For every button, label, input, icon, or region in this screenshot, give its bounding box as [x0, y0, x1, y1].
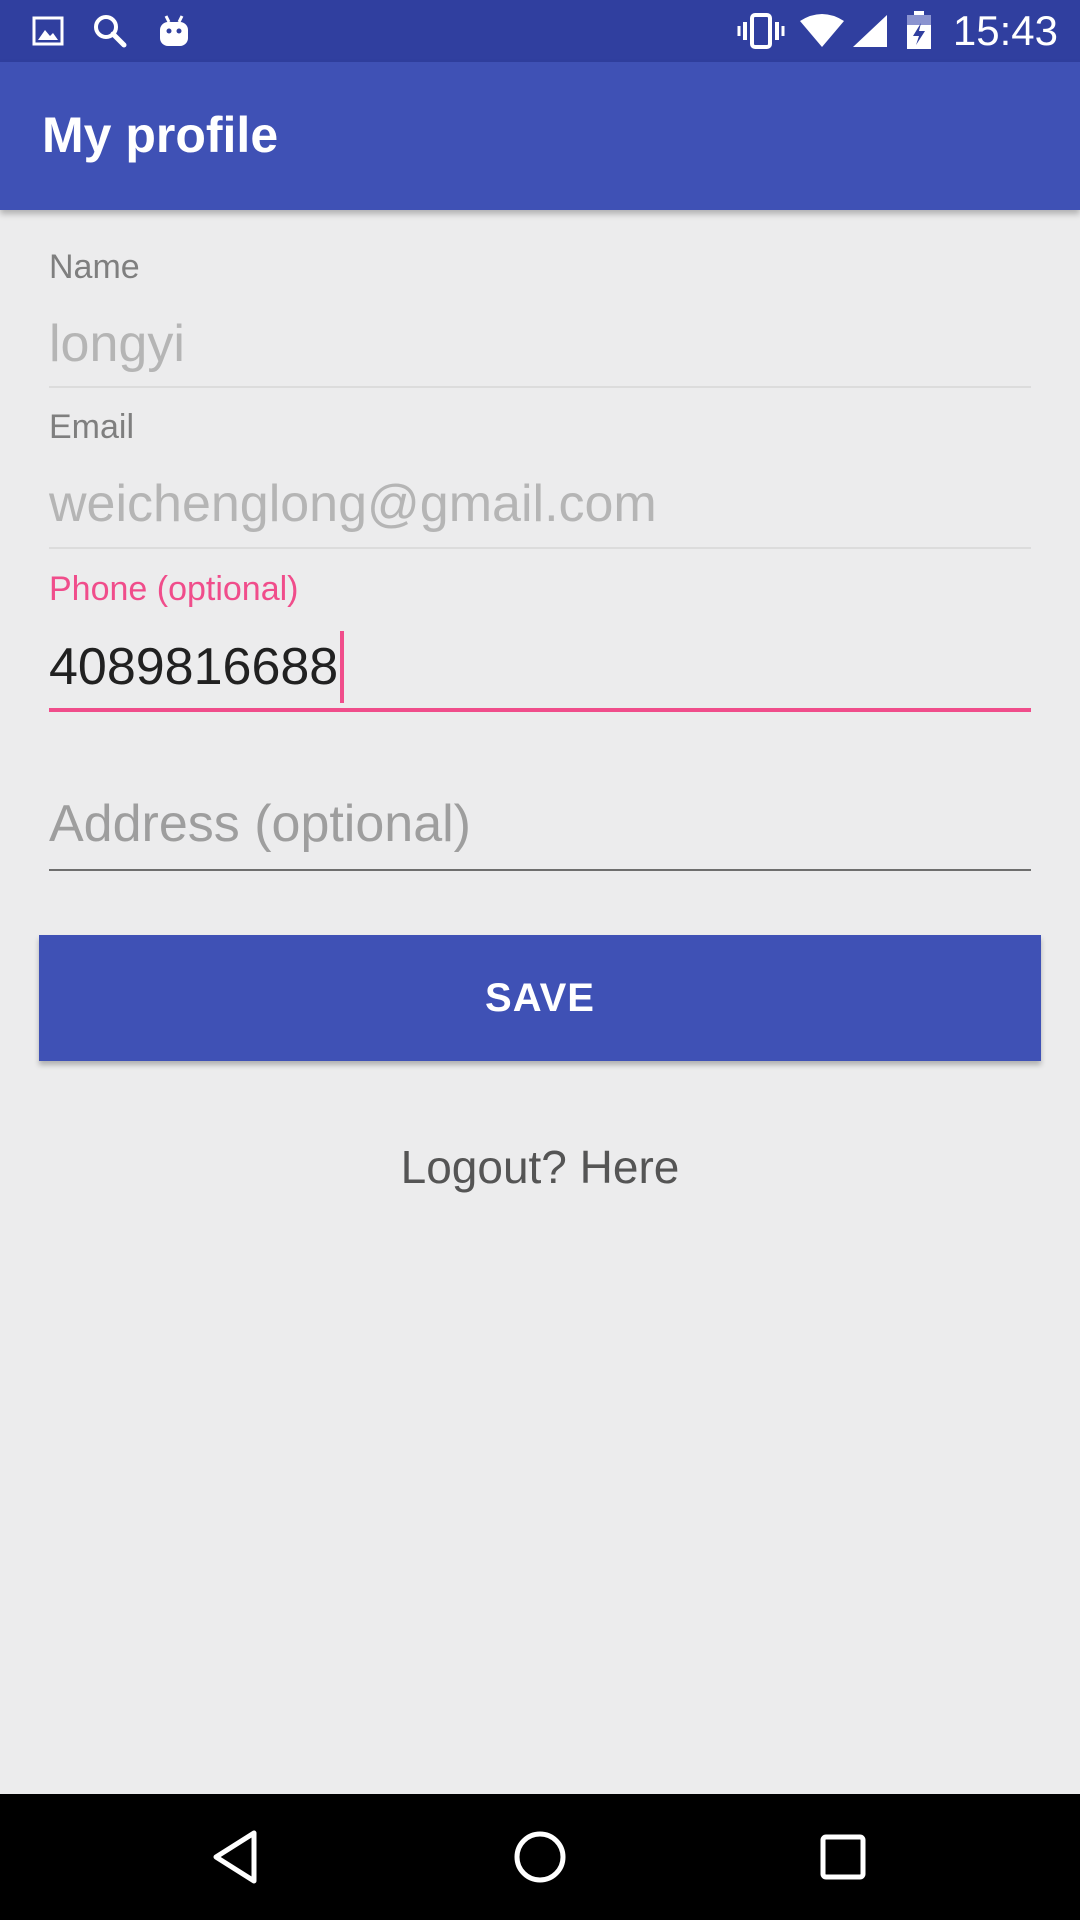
save-button[interactable]: SAVE	[39, 935, 1041, 1061]
wifi-icon	[798, 10, 846, 52]
email-underline	[49, 547, 1031, 549]
screen: 15:43 My profile Name longyi Email weich…	[0, 0, 1080, 1920]
clock: 15:43	[952, 7, 1058, 54]
phone-underline	[49, 708, 1031, 712]
phone-label: Phone (optional)	[49, 570, 299, 608]
logout-link[interactable]: Logout? Here	[0, 1140, 1080, 1194]
app-bar: My profile	[0, 62, 1080, 210]
signal-icon	[850, 10, 890, 52]
search-icon	[92, 10, 128, 52]
recents-icon[interactable]	[808, 1822, 878, 1892]
android-icon	[156, 10, 192, 52]
battery-charging-icon	[904, 10, 934, 52]
name-field[interactable]: longyi	[49, 314, 185, 374]
name-underline	[49, 386, 1031, 388]
text-cursor	[340, 631, 345, 703]
phone-field[interactable]: 4089816688	[49, 628, 345, 706]
name-label: Name	[49, 248, 140, 286]
gallery-icon	[30, 10, 66, 52]
email-label: Email	[49, 408, 135, 446]
vibrate-icon	[736, 10, 786, 52]
email-field[interactable]: weichenglong@gmail.com	[49, 474, 657, 534]
phone-value: 4089816688	[49, 638, 339, 696]
home-icon[interactable]	[505, 1822, 575, 1892]
status-bar: 15:43	[0, 0, 1080, 62]
page-title: My profile	[42, 107, 279, 163]
address-underline	[49, 869, 1031, 871]
address-field[interactable]: Address (optional)	[49, 794, 471, 854]
navigation-bar	[0, 1794, 1080, 1920]
back-icon[interactable]	[200, 1822, 270, 1892]
